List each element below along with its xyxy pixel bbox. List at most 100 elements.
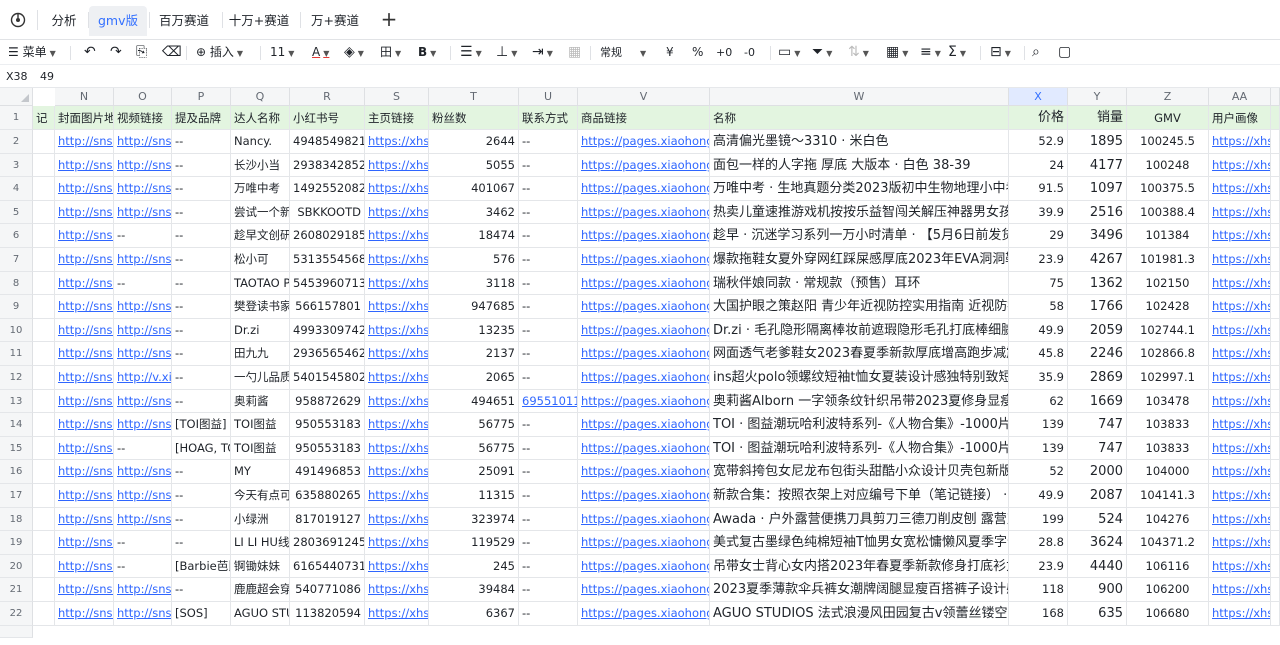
cell-blank[interactable] (33, 130, 55, 154)
cell-name[interactable]: TOI图益 (231, 413, 290, 437)
cell-cover[interactable]: http://sns-i (55, 177, 114, 201)
cell-gmv[interactable]: 102150 (1127, 271, 1209, 296)
cell-cover[interactable]: http://sns-i (55, 224, 114, 248)
format-painter-icon[interactable]: ⎘ (136, 42, 147, 63)
cell-fans[interactable]: 3118 (429, 271, 519, 296)
cell-brand[interactable]: -- (172, 342, 231, 366)
tab-4[interactable]: 万+赛道 (301, 6, 369, 36)
cell-blank[interactable] (33, 507, 55, 532)
cell-gmv[interactable]: 106200 (1127, 578, 1209, 602)
cell-xhs[interactable]: 2608029185 (290, 224, 365, 248)
cell-title[interactable]: 新款合集：按照衣架上对应编号下单（笔记链接） · 804 (710, 484, 1009, 508)
header-cell[interactable]: 联系方式 (519, 106, 578, 130)
row-header[interactable]: 14 (0, 413, 33, 437)
cell-sales[interactable]: 2087 (1068, 484, 1127, 508)
cell-product[interactable]: https://pages.xiaohongsh (578, 389, 710, 414)
insert-button[interactable]: ⊕ 插入 ▼ (196, 42, 243, 63)
cell-home[interactable]: https://xhs.h (365, 130, 429, 154)
cell-price[interactable]: 58 (1009, 295, 1068, 319)
cell-profile[interactable]: https://xhs. (1209, 507, 1271, 532)
cell-price[interactable]: 118 (1009, 578, 1068, 602)
cell-blank[interactable] (33, 271, 55, 296)
cell-title[interactable]: 美式复古墨绿色纯棉短袖T恤男女宽松慵懒风夏季字母印花t (710, 531, 1009, 555)
cell-contact[interactable]: -- (519, 578, 578, 602)
cell-gmv[interactable]: 100388.4 (1127, 200, 1209, 225)
cell-reference[interactable]: X38 (6, 70, 28, 83)
menu-button[interactable]: ☰ 菜单 ▼ (8, 42, 56, 63)
cell-blank[interactable] (33, 484, 55, 508)
cell-fans[interactable]: 5055 (429, 153, 519, 178)
cell-home[interactable]: https://xhs.h (365, 318, 429, 343)
data-validation-icon[interactable]: ⊟ ▼ (990, 42, 1011, 63)
cell-blank[interactable] (33, 295, 55, 319)
row-header[interactable]: 15 (0, 436, 33, 461)
find-icon[interactable]: ⌕ (1032, 42, 1040, 63)
row-header[interactable]: 18 (0, 507, 33, 532)
cell-name[interactable]: AGUO STU (231, 602, 290, 626)
cell-sales[interactable]: 524 (1068, 507, 1127, 532)
cell-home[interactable]: https://xhs.h (365, 200, 429, 225)
cell-name[interactable]: TAOTAO P (231, 271, 290, 296)
cell-brand[interactable]: [Barbie芭比 (172, 554, 231, 579)
cell-product[interactable]: https://pages.xiaohongsh (578, 413, 710, 437)
header-cell[interactable]: 用户画像 (1209, 106, 1271, 130)
cell-blank[interactable] (33, 366, 55, 390)
cell-name[interactable]: 奥莉酱 (231, 389, 290, 414)
column-header-v[interactable]: V (578, 88, 710, 106)
cell-title[interactable]: TOI · 图益潮玩哈利波特系列-《人物合集》-1000片 · 哈利波 (710, 436, 1009, 461)
cell-price[interactable]: 29 (1009, 224, 1068, 248)
cell-product[interactable]: https://pages.xiaohongsh (578, 602, 710, 626)
row-header[interactable]: 12 (0, 366, 33, 390)
cell-cover[interactable]: http://sns-i (55, 271, 114, 296)
cell-product[interactable]: https://pages.xiaohongsh (578, 318, 710, 343)
cell-name[interactable]: MY (231, 460, 290, 484)
cell-gmv[interactable]: 102866.8 (1127, 342, 1209, 366)
cell-price[interactable]: 91.5 (1009, 177, 1068, 201)
cell-fans[interactable]: 245 (429, 554, 519, 579)
cell-contact[interactable]: -- (519, 318, 578, 343)
cell-blank[interactable] (33, 177, 55, 201)
cell-sales[interactable]: 1097 (1068, 177, 1127, 201)
cell-brand[interactable]: -- (172, 153, 231, 178)
cell-xhs[interactable]: 540771086 (290, 578, 365, 602)
row-header[interactable]: 2 (0, 130, 33, 154)
cell-blank[interactable] (33, 224, 55, 248)
cell-profile[interactable]: https://xhs. (1209, 224, 1271, 248)
cell-home[interactable]: https://xhs.h (365, 578, 429, 602)
cell-brand[interactable]: -- (172, 484, 231, 508)
cell-sales[interactable]: 747 (1068, 413, 1127, 437)
cell-contact[interactable]: -- (519, 484, 578, 508)
cell-contact[interactable]: -- (519, 460, 578, 484)
cell-product[interactable]: https://pages.xiaohongsh (578, 248, 710, 272)
cell-xhs[interactable]: 4948549821 (290, 130, 365, 154)
cell-contact[interactable]: -- (519, 531, 578, 555)
cell-name[interactable]: 田九九 (231, 342, 290, 366)
cell-sales[interactable]: 2516 (1068, 200, 1127, 225)
cell-contact[interactable]: -- (519, 200, 578, 225)
row-header[interactable]: 7 (0, 248, 33, 272)
cell-blank[interactable] (33, 318, 55, 343)
cell-title[interactable]: 高清偏光墨镜～3310 · 米白色 (710, 130, 1009, 154)
cell-product[interactable]: https://pages.xiaohongsh (578, 366, 710, 390)
bold-button[interactable]: B ▼ (418, 42, 436, 63)
cell-home[interactable]: https://xhs.h (365, 389, 429, 414)
cell-fans[interactable]: 2065 (429, 366, 519, 390)
cell-fans[interactable]: 6367 (429, 602, 519, 626)
tab-3[interactable]: 十万+赛道 (223, 6, 295, 36)
cell-brand[interactable]: -- (172, 460, 231, 484)
cell-blank[interactable] (33, 531, 55, 555)
cell-fans[interactable]: 401067 (429, 177, 519, 201)
conditional-format-icon[interactable]: ≡ ▼ (920, 42, 941, 63)
cell-xhs[interactable]: 6165440731 (290, 554, 365, 579)
cell-xhs[interactable]: 2803691245 (290, 531, 365, 555)
cell-cover[interactable]: http://sns-i (55, 554, 114, 579)
decrease-decimal-button[interactable]: -0 (744, 42, 755, 63)
cell-contact[interactable]: -- (519, 602, 578, 626)
cell-sales[interactable]: 3496 (1068, 224, 1127, 248)
cell-product[interactable]: https://pages.xiaohongsh (578, 484, 710, 508)
merge-cells-icon[interactable]: ▦ (568, 42, 581, 63)
cell-price[interactable]: 49.9 (1009, 484, 1068, 508)
cell-price[interactable]: 23.9 (1009, 248, 1068, 272)
cell-home[interactable]: https://xhs.h (365, 271, 429, 296)
header-cell[interactable]: 主页链接 (365, 106, 429, 130)
